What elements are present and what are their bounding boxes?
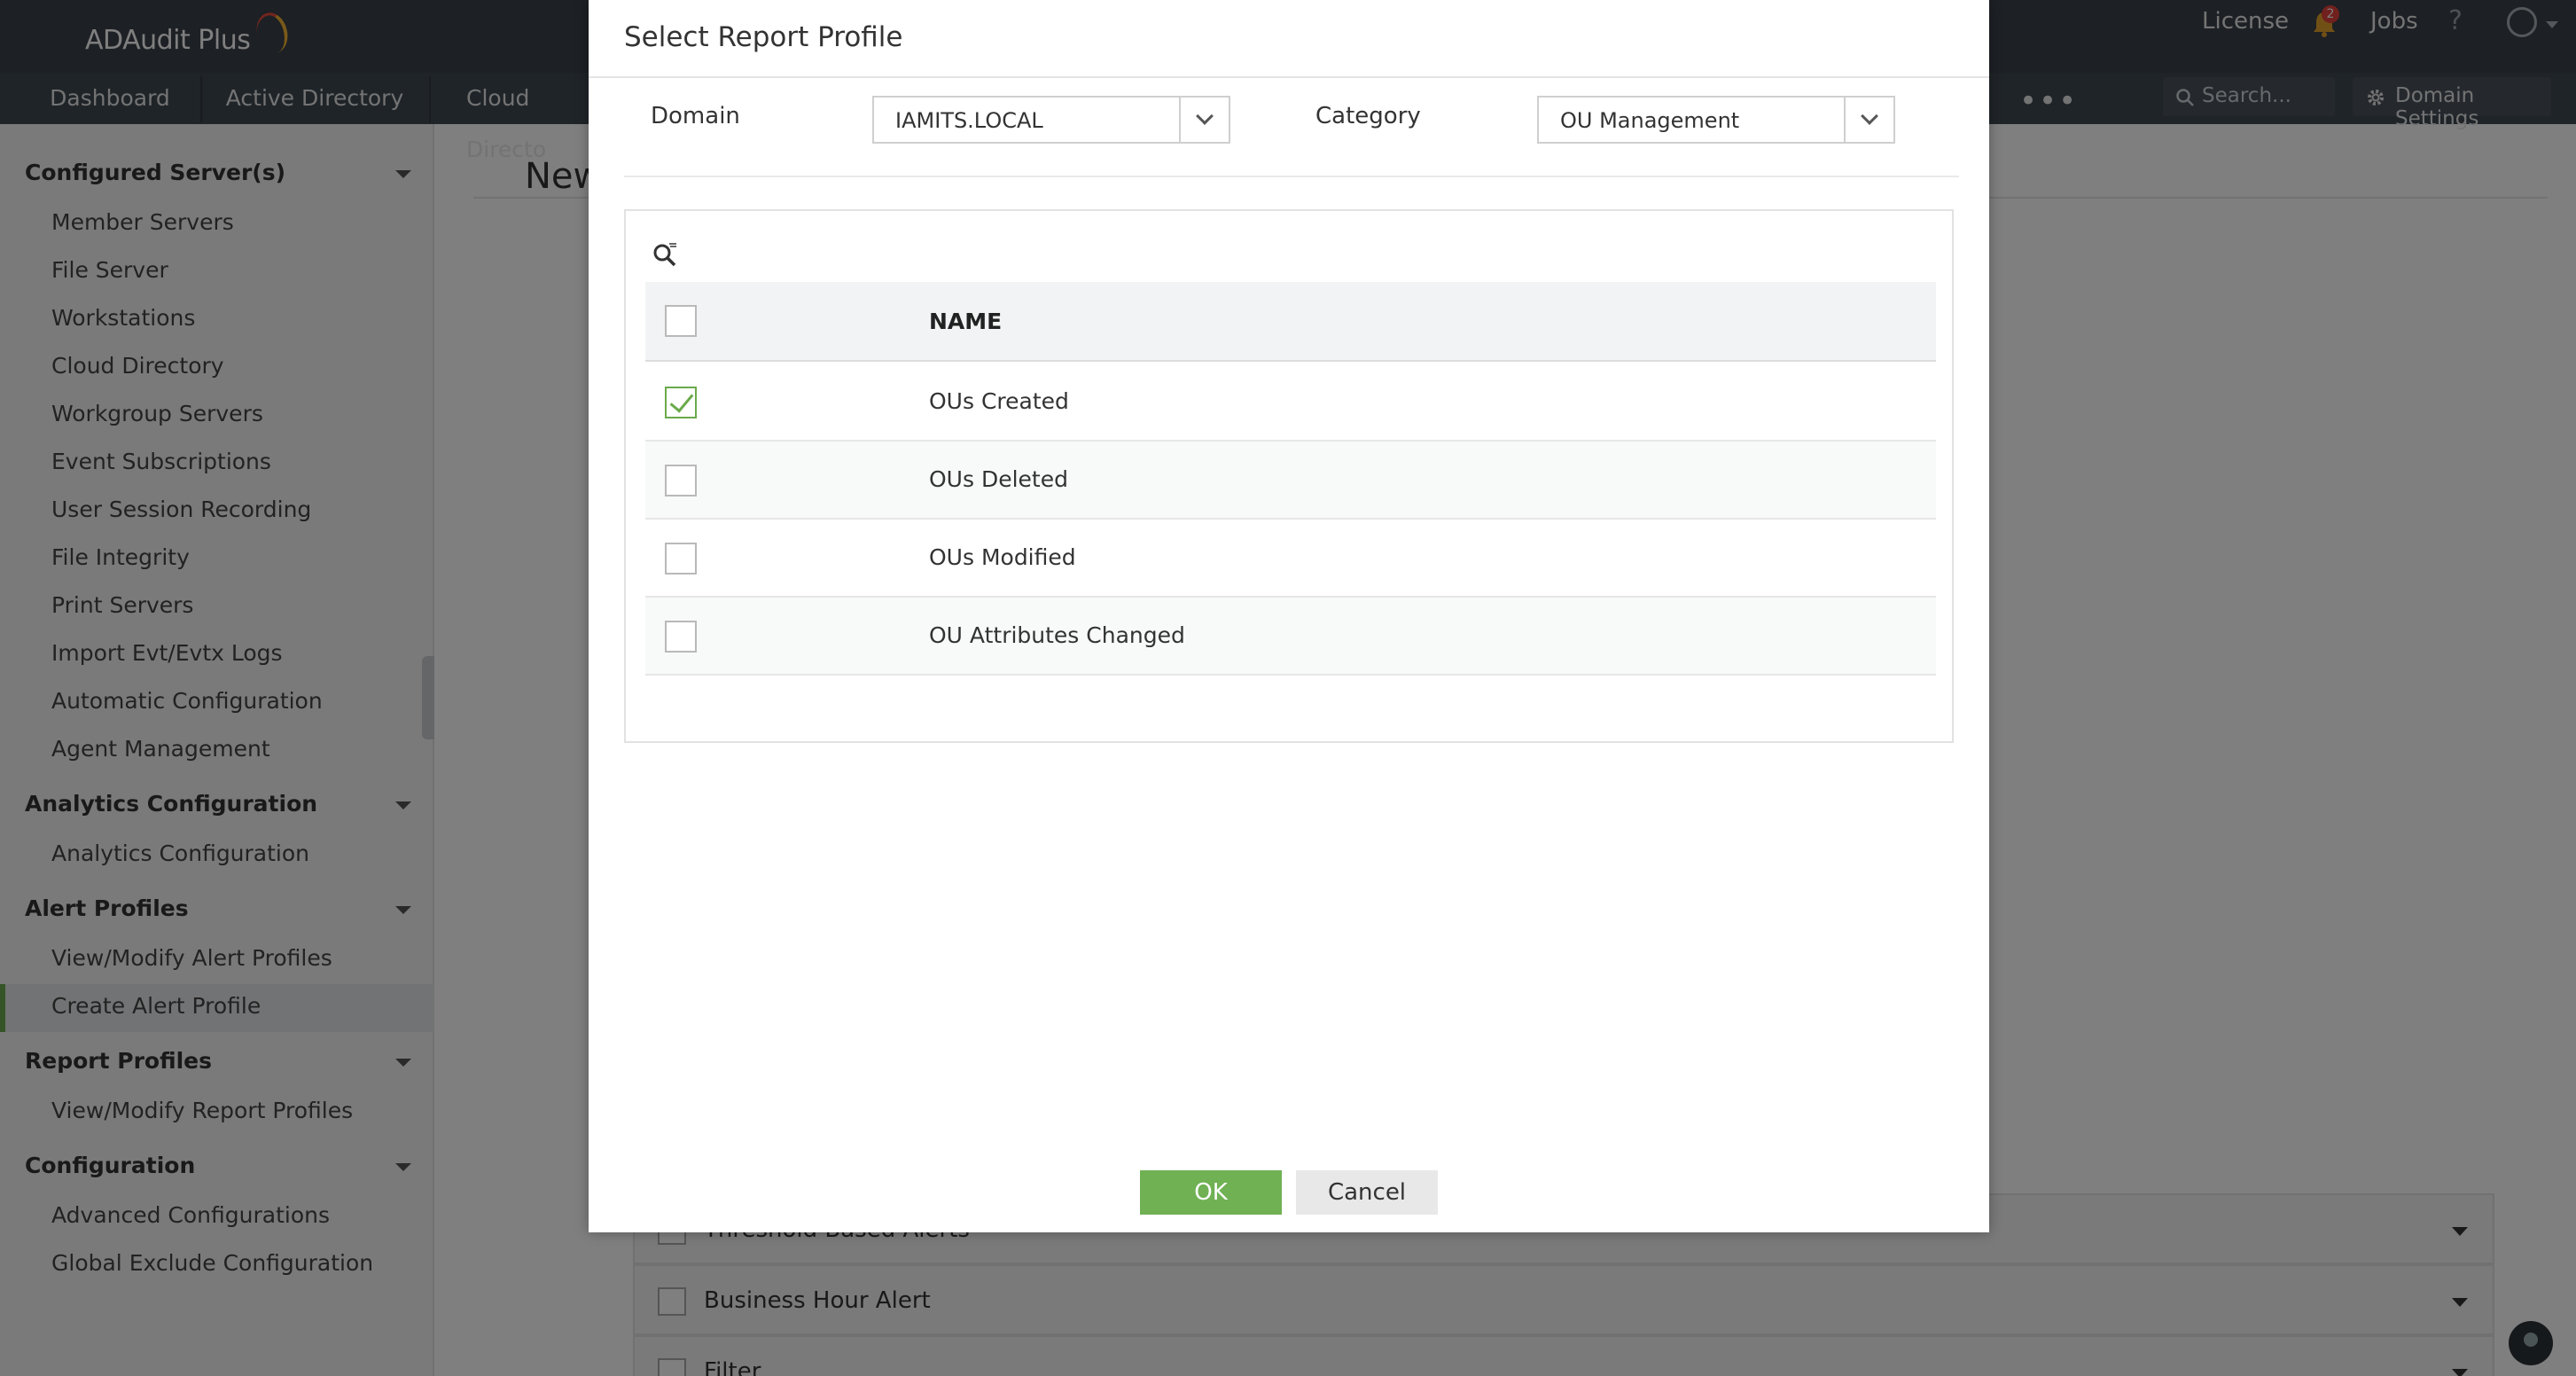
table-header: NAME	[645, 282, 1936, 362]
domain-select[interactable]: IAMITS.LOCAL	[872, 96, 1230, 144]
filter-divider	[624, 176, 1959, 177]
ok-button[interactable]: OK	[1140, 1170, 1282, 1215]
domain-label: Domain	[651, 103, 740, 129]
row-name: OUs Created	[929, 388, 1069, 414]
report-grid: NAME OUs Created OUs Deleted OUs Modifie…	[624, 209, 1954, 743]
dialog-header-divider	[589, 76, 1989, 78]
category-select-value: OU Management	[1560, 108, 1740, 133]
domain-select-value: IAMITS.LOCAL	[895, 108, 1043, 133]
row-checkbox[interactable]	[665, 543, 697, 575]
select-all-checkbox[interactable]	[665, 305, 697, 337]
table-row[interactable]: OUs Modified	[645, 520, 1936, 598]
select-report-profile-dialog: Select Report Profile Domain IAMITS.LOCA…	[589, 0, 1989, 1232]
category-dropdown-button[interactable]	[1844, 98, 1893, 142]
grid-search-icon[interactable]	[652, 241, 679, 268]
row-name: OUs Deleted	[929, 466, 1068, 492]
row-name: OUs Modified	[929, 544, 1076, 570]
category-label: Category	[1315, 103, 1421, 129]
chevron-down-icon	[1196, 107, 1214, 125]
table-row[interactable]: OU Attributes Changed	[645, 598, 1936, 676]
row-name: OU Attributes Changed	[929, 622, 1185, 648]
dialog-title: Select Report Profile	[624, 21, 903, 53]
table-row[interactable]: OUs Deleted	[645, 442, 1936, 520]
row-checkbox[interactable]	[665, 621, 697, 653]
domain-dropdown-button[interactable]	[1179, 98, 1229, 142]
category-select[interactable]: OU Management	[1537, 96, 1895, 144]
chevron-down-icon	[1861, 107, 1878, 125]
row-checkbox[interactable]	[665, 465, 697, 496]
table-row[interactable]: OUs Created	[645, 364, 1936, 442]
column-header-name[interactable]: NAME	[929, 309, 1002, 334]
cancel-button[interactable]: Cancel	[1296, 1170, 1438, 1215]
row-checkbox[interactable]	[665, 387, 697, 418]
